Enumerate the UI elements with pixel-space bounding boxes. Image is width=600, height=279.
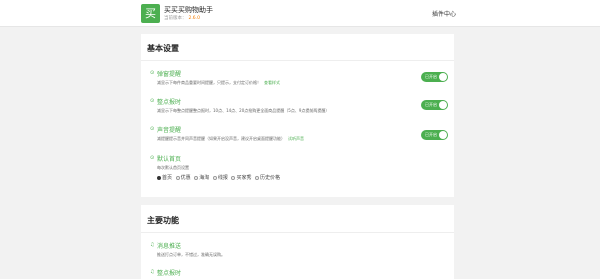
radio-label: 优惠 [180, 175, 191, 181]
item-desc-sound: 减提醒提示音并同声音提醒（如果开启没声音，建议开启桌面提醒功能） 试听声音 [157, 136, 304, 142]
hourly-toggle[interactable]: 已开启 [421, 100, 448, 110]
basic-settings-title: 基本设置 [147, 44, 179, 53]
radio-label: 买家秀 [236, 175, 252, 181]
radio-label: 海淘 [199, 175, 210, 181]
item-title-hourly: 整点报时 [157, 99, 182, 106]
item-desc-text: 减显示下每件商品重要时间提醒，只提示，支付定订价格！ [157, 80, 261, 85]
toggle-label: 已开启 [425, 132, 437, 137]
radio-option[interactable]: 优惠 [175, 174, 191, 181]
item-desc-hourly: 减显示下每整点提醒整点报时，10点、14点、20点抢购更全面商品提醒（5点、9点… [157, 108, 330, 113]
app-logo: 买 [141, 4, 160, 23]
radio-option[interactable]: 线报 [212, 174, 228, 181]
view-style-link[interactable]: 查看样式 [264, 80, 280, 85]
bell-icon: ♫ [150, 242, 155, 248]
version-number: 2.6.0 [188, 16, 200, 21]
item-title-sound: 声音提醒 [157, 127, 182, 134]
item-desc-default-home: 每次默认首页设置 [157, 165, 189, 170]
radio-dot [194, 175, 199, 180]
toggle-label: 已开启 [425, 102, 437, 107]
basic-settings-card: 基本设置 [141, 34, 454, 197]
main-features-card: 主要功能 [141, 205, 454, 279]
radio-label: 首页 [162, 175, 173, 181]
plugin-center-link[interactable]: 插件中心 [432, 9, 456, 18]
clock-icon: ⊙ [150, 98, 155, 104]
radio-option[interactable]: 首页 [157, 174, 172, 181]
divider [141, 232, 454, 233]
listen-sound-link[interactable]: 试听声音 [288, 136, 304, 141]
toggle-knob [439, 131, 447, 139]
radio-option[interactable]: 买家秀 [231, 174, 251, 181]
radio-dot [157, 175, 161, 180]
version-info: 当前版本： 2.6.0 [164, 15, 200, 21]
toggle-label: 已开启 [425, 74, 437, 79]
item-desc-popup: 减显示下每件商品重要时间提醒，只提示，支付定订价格！ 查看样式 [157, 80, 280, 86]
popup-toggle[interactable]: 已开启 [421, 72, 448, 82]
sound-toggle[interactable]: 已开启 [421, 130, 448, 140]
radio-label: 历史价格 [260, 175, 281, 181]
item-title-default-home: 默认首页 [157, 156, 182, 163]
bell-icon: ♫ [150, 269, 155, 275]
item-desc-push: 推送打点订单，不错过，准确无误购。 [157, 252, 225, 257]
radio-dot [255, 175, 260, 180]
radio-option[interactable]: 历史价格 [255, 174, 280, 181]
default-home-radio-group: 首页 优惠 海淘 线报 买家秀 历史价格 [157, 174, 282, 181]
toggle-knob [439, 73, 447, 81]
radio-dot [212, 175, 217, 180]
clock-icon: ⊙ [150, 155, 155, 161]
clock-icon: ⊙ [150, 70, 155, 76]
item-title-push: 消息推送 [157, 243, 182, 250]
app-title: 买买买购物助手 [164, 6, 213, 14]
main-features-title: 主要功能 [147, 216, 179, 225]
item-desc-text: 减提醒提示音并同声音提醒（如果开启没声音，建议开启桌面提醒功能） [157, 136, 285, 141]
radio-dot [231, 175, 236, 180]
version-label: 当前版本： [164, 16, 187, 21]
toggle-knob [439, 101, 447, 109]
radio-dot [175, 175, 180, 180]
radio-option[interactable]: 海淘 [194, 174, 209, 181]
radio-label: 线报 [217, 175, 228, 181]
item-title-popup: 弹窗提醒 [157, 71, 182, 78]
clock-icon: ⊙ [150, 126, 155, 132]
divider [141, 60, 454, 61]
item-title-hourly-main: 整点报时 [157, 270, 182, 277]
top-bar: 买 买买买购物助手 当前版本： 2.6.0 插件中心 [0, 0, 600, 27]
